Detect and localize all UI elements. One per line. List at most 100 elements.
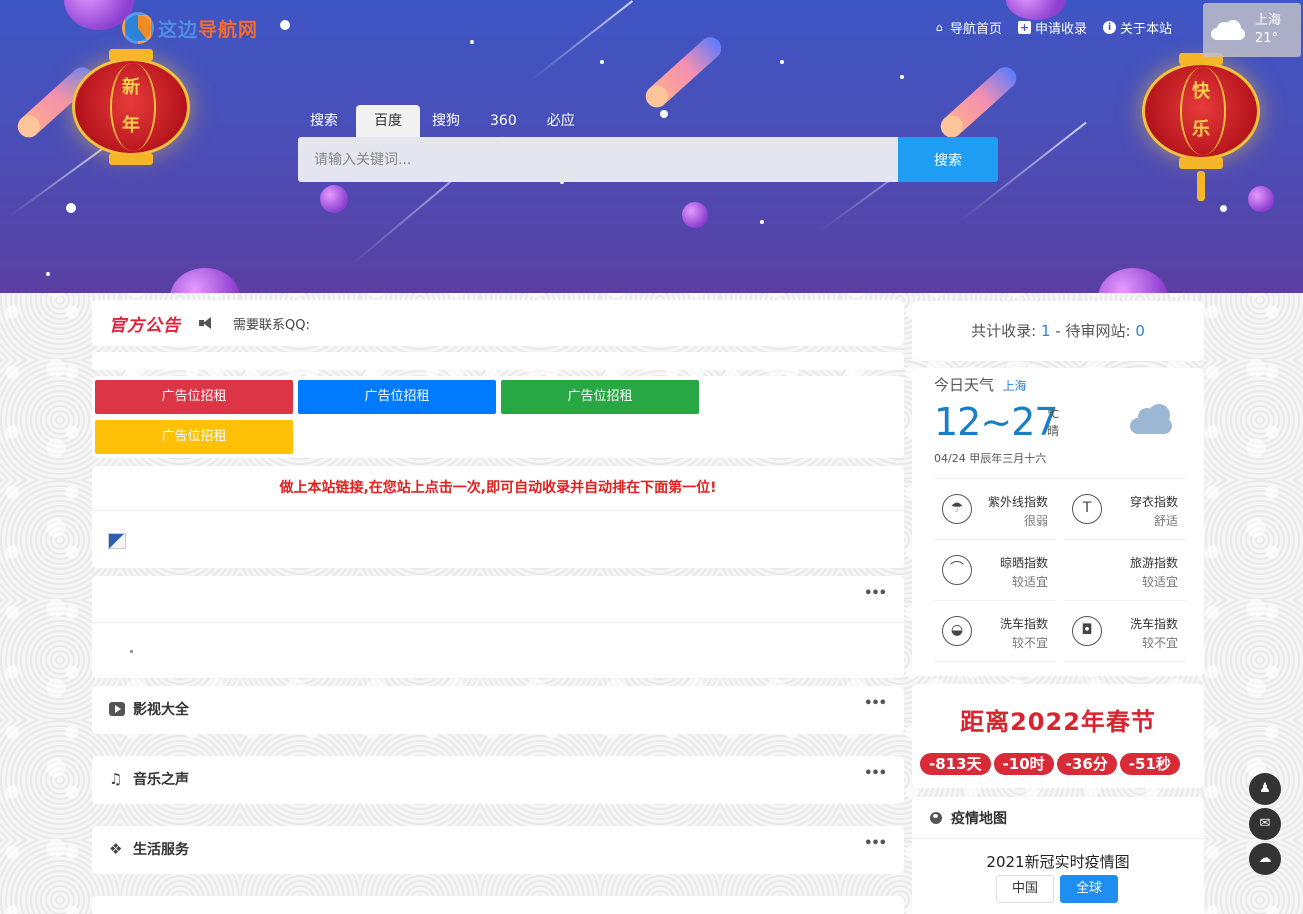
weather-index-item: ⌒ 晾晒指数 较适宜 — [934, 540, 1056, 601]
announcement-bar: 官方公告 需要联系QQ: — [92, 300, 904, 346]
countdown-values: -813天 -10时 -36分 -51秒 — [920, 753, 1180, 775]
star-decoration — [600, 60, 604, 64]
search-input[interactable] — [298, 137, 898, 182]
tab-sogou[interactable]: 搜狗 — [420, 105, 478, 137]
star-decoration — [66, 203, 76, 213]
tab-baidu[interactable]: 百度 — [356, 105, 420, 137]
nav-home-label: 导航首页 — [950, 22, 1003, 37]
category-title[interactable]: 影视大全 — [133, 699, 189, 719]
comet-decoration — [644, 32, 726, 110]
countdown-title: 距离2022年春节 — [960, 708, 1156, 736]
auto-link-message: 做上本站链接,在您站上点击一次,即可自动收录并自动排在下面第一位! — [92, 466, 904, 511]
umbrella-icon: ☂ — [942, 494, 972, 524]
index-name: 紫外线指数 — [987, 495, 1048, 509]
nav-home-link[interactable]: ⌂ 导航首页 — [933, 18, 1002, 37]
weather-chip-city: 上海 — [1255, 13, 1282, 28]
more-options-icon[interactable]: ••• — [864, 836, 887, 851]
weather-index-item: ◒ 洗车指数 较不宜 — [934, 601, 1056, 662]
logo-text-part1: 这边 — [158, 18, 199, 41]
weather-widget-chip[interactable]: 上海 21° — [1203, 3, 1301, 57]
star-decoration — [780, 60, 784, 64]
nav-about-label: 关于本站 — [1120, 22, 1173, 37]
category-title[interactable]: 生活服务 — [133, 839, 189, 859]
lantern-char: 乐 — [1192, 119, 1210, 140]
weather-index-item: ☂ 紫外线指数 很弱 — [934, 479, 1056, 540]
index-value: 很弱 — [1023, 514, 1048, 528]
star-decoration — [1220, 205, 1227, 212]
search-button[interactable]: 搜索 — [898, 137, 998, 182]
comet-decoration — [939, 62, 1021, 140]
index-name: 穿衣指数 — [1129, 495, 1178, 509]
planet-decoration — [320, 185, 348, 213]
weather-index-item: 旅游指数 较适宜 — [1064, 540, 1186, 601]
weather-index-item: ◘ 洗车指数 较不宜 — [1064, 601, 1186, 662]
lantern-right-decoration: 快 乐 — [1142, 53, 1260, 201]
star-decoration — [760, 220, 764, 224]
ad-slot-1[interactable]: 广告位招租 — [95, 380, 293, 414]
mail-icon[interactable]: ✉ — [1249, 808, 1281, 840]
epidemic-map-card: 疫情地图 2021新冠实时疫情图 中国 全球 — [912, 797, 1204, 914]
tab-360[interactable]: 360 — [478, 105, 535, 137]
cloud-icon — [1130, 404, 1176, 434]
link-category-card: ••• — [92, 576, 904, 678]
countdown-seconds: -51秒 — [1119, 753, 1180, 775]
lantern-char: 快 — [1192, 81, 1210, 102]
planet-decoration — [170, 268, 240, 293]
wash-icon: ◒ — [942, 616, 972, 646]
weather-condition: 晴 — [1047, 424, 1060, 438]
weather-card: 今日天气 上海 12~27 ℃ 晴 04/24 甲辰年三月十六 ☂ 紫外线指数 … — [912, 368, 1204, 676]
index-name: 旅游指数 — [1129, 556, 1178, 570]
more-options-icon[interactable]: ••• — [864, 586, 887, 601]
shirt-icon: T — [1072, 494, 1102, 524]
more-options-icon[interactable]: ••• — [864, 766, 887, 781]
next-category-card — [92, 896, 904, 914]
epidemic-global-button[interactable]: 全球 — [1060, 875, 1118, 903]
site-favicon-icon[interactable] — [108, 533, 126, 549]
epidemic-header: 疫情地图 — [951, 810, 1007, 827]
meteor-streak — [529, 0, 634, 82]
nav-submit-link[interactable]: + 申请收录 — [1018, 18, 1087, 37]
qq-icon[interactable]: ♟ — [1249, 773, 1281, 805]
index-value: 较适宜 — [1141, 575, 1178, 589]
category-title[interactable]: 音乐之声 — [133, 769, 189, 789]
announcement-title: 官方公告 — [109, 315, 181, 336]
planet-decoration — [1006, 0, 1066, 20]
top-nav: ⌂ 导航首页 + 申请收录 i 关于本站 — [933, 18, 1172, 37]
star-decoration — [660, 110, 668, 118]
tab-search[interactable]: 搜索 — [298, 105, 356, 137]
wechat-icon[interactable]: ☁ — [1249, 843, 1281, 875]
star-decoration — [280, 20, 290, 30]
index-name: 洗车指数 — [999, 617, 1048, 631]
index-value: 较不宜 — [1141, 636, 1178, 650]
weather-city-link[interactable]: 上海 — [1002, 379, 1026, 393]
weather-temp-range: 12~27 — [934, 400, 1059, 444]
epidemic-china-button[interactable]: 中国 — [996, 875, 1054, 903]
logo-mark-icon — [122, 12, 154, 44]
weather-date: 04/24 甲辰年三月十六 — [934, 452, 1047, 465]
countdown-hours: -10时 — [993, 753, 1054, 775]
music-icon: ♫ — [109, 770, 123, 788]
star-decoration — [46, 272, 50, 276]
weather-index-grid: ☂ 紫外线指数 很弱 T 穿衣指数 舒适 ⌒ 晾晒指数 较适宜 旅游指数 较适宜… — [934, 478, 1186, 662]
hanger-icon: ⌒ — [942, 555, 972, 585]
info-circle-icon: i — [1103, 21, 1117, 34]
planet-decoration — [682, 202, 708, 228]
site-logo[interactable]: 这边导航网 — [122, 12, 258, 44]
more-options-icon[interactable]: ••• — [864, 696, 887, 711]
ad-slot-3[interactable]: 广告位招租 — [501, 380, 699, 414]
video-icon — [109, 702, 125, 716]
category-music: ♫ 音乐之声 ••• — [92, 756, 904, 804]
tab-bing[interactable]: 必应 — [535, 105, 593, 137]
ad-slot-4[interactable]: 广告位招租 — [95, 420, 293, 454]
weather-title: 今日天气 — [934, 376, 995, 394]
meteor-streak — [9, 144, 108, 217]
ad-slot-2[interactable]: 广告位招租 — [298, 380, 496, 414]
site-stats-card: 共计收录: 1 - 待审网站: 0 — [912, 301, 1204, 361]
index-name: 洗车指数 — [1129, 617, 1178, 631]
cubes-icon: ❖ — [109, 840, 123, 858]
spring-festival-countdown: 距离2022年春节 -813天 -10时 -36分 -51秒 — [912, 684, 1204, 788]
nav-about-link[interactable]: i 关于本站 — [1103, 18, 1172, 37]
epidemic-subtitle: 2021新冠实时疫情图 — [986, 853, 1130, 871]
hero-banner: 新 年 快 乐 这边导航网 ⌂ 导航首页 + 申请收录 i 关于本站 上海 21… — [0, 0, 1303, 293]
stats-pending-count: 0 — [1135, 322, 1145, 340]
